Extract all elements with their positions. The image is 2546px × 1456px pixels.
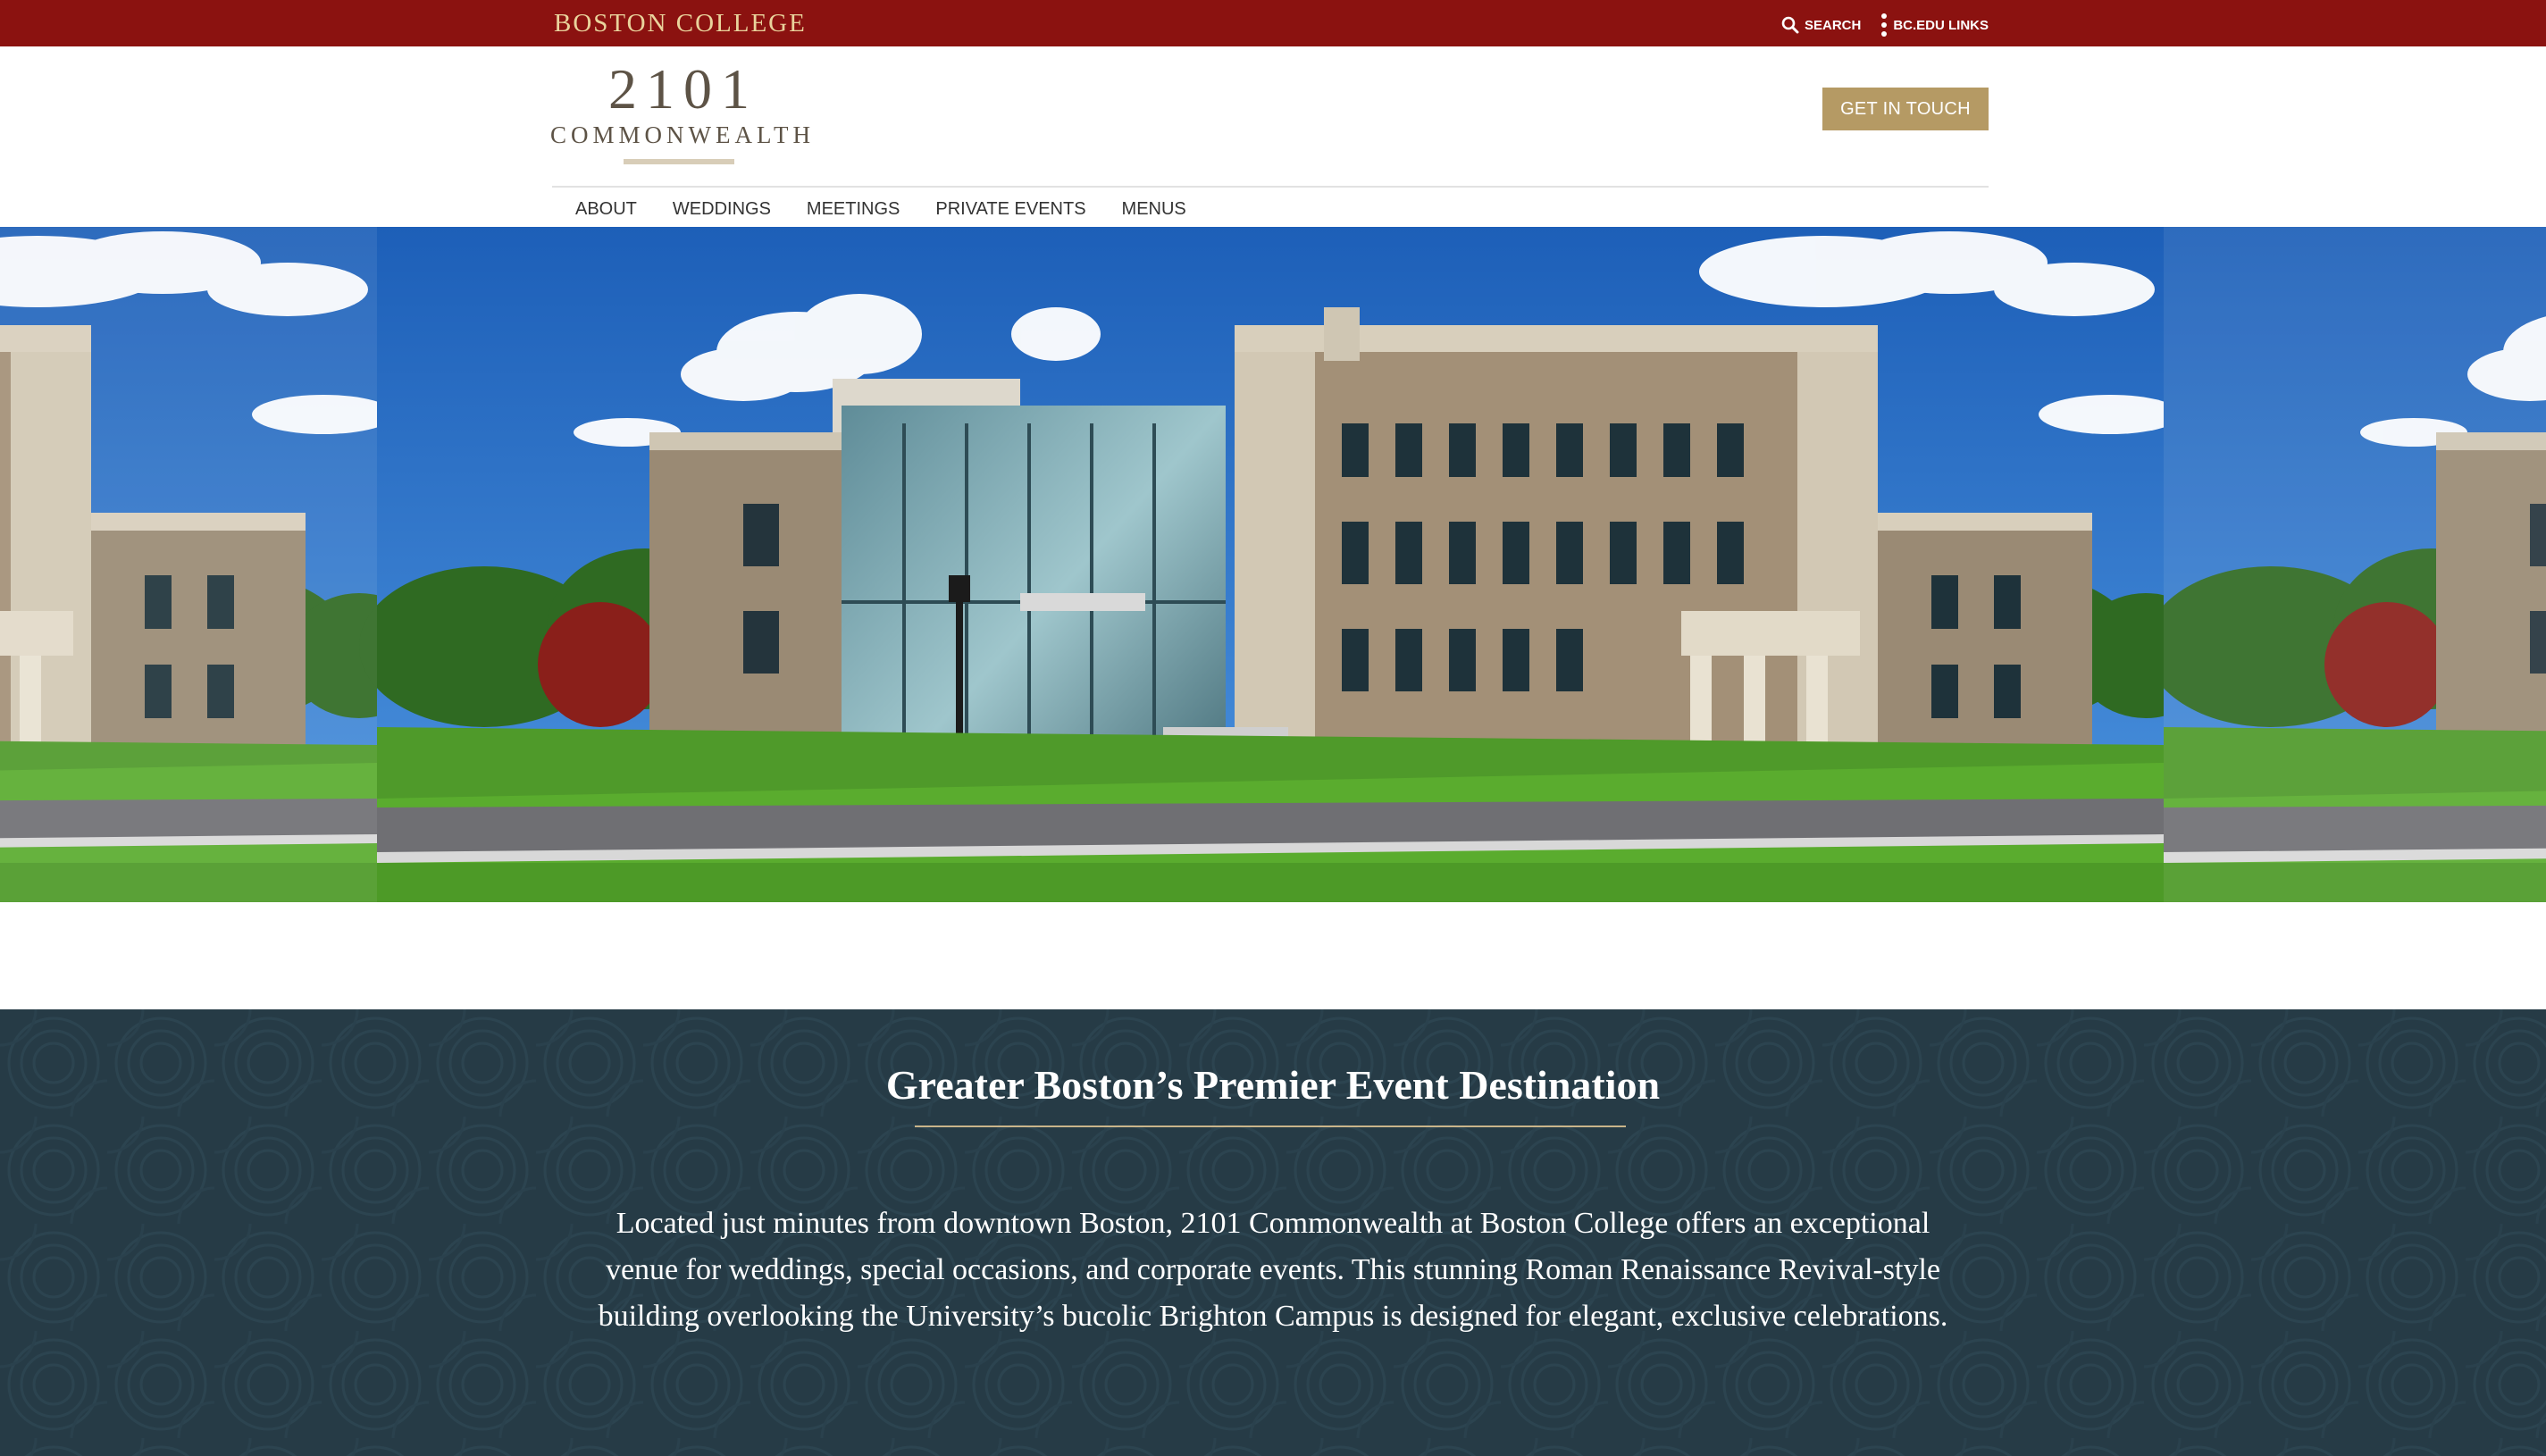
site-header: 2101 COMMONWEALTH GET IN TOUCH ABOUT WED… <box>0 46 2546 227</box>
logo-number: 2101 <box>608 57 758 121</box>
bc-top-bar-inner: BOSTON COLLEGE SEARCH BC.EDU LINKS <box>552 0 1989 46</box>
search-label: SEARCH <box>1804 17 1862 33</box>
nav-item-private-events[interactable]: PRIVATE EVENTS <box>935 195 1085 223</box>
bc-tools: SEARCH BC.EDU LINKS <box>1781 13 1989 38</box>
vertical-dots-icon <box>1880 13 1888 38</box>
nav-item-meetings[interactable]: MEETINGS <box>807 195 900 223</box>
bc-links-button[interactable]: BC.EDU LINKS <box>1880 13 1989 38</box>
intro-title: Greater Boston’s Premier Event Destinati… <box>885 1062 1661 1108</box>
bc-top-bar: BOSTON COLLEGE SEARCH BC.EDU LINKS <box>0 0 2546 46</box>
search-icon <box>1781 16 1799 34</box>
hero-carousel <box>0 227 2546 902</box>
intro-title-underline <box>915 1125 1626 1127</box>
search-button[interactable]: SEARCH <box>1781 16 1861 34</box>
site-logo[interactable]: 2101 COMMONWEALTH <box>550 57 815 164</box>
boston-college-wordmark[interactable]: BOSTON COLLEGE <box>554 9 807 38</box>
intro-body: Located just minutes from downtown Bosto… <box>598 1207 1948 1333</box>
nav-divider <box>552 186 1989 188</box>
nav-item-menus[interactable]: MENUS <box>1122 195 1186 223</box>
bc-links-label: BC.EDU LINKS <box>1893 17 1989 33</box>
logo-underline <box>624 159 734 164</box>
main-nav: ABOUT WEDDINGS MEETINGS PRIVATE EVENTS M… <box>575 195 1186 223</box>
nav-item-weddings[interactable]: WEDDINGS <box>673 195 771 223</box>
intro-section: Greater Boston’s Premier Event Destinati… <box>0 1009 2546 1456</box>
nav-item-about[interactable]: ABOUT <box>575 195 637 223</box>
get-in-touch-button[interactable]: GET IN TOUCH <box>1822 88 1989 130</box>
hero-image <box>0 227 2546 902</box>
logo-wordmark: COMMONWEALTH <box>550 121 815 148</box>
